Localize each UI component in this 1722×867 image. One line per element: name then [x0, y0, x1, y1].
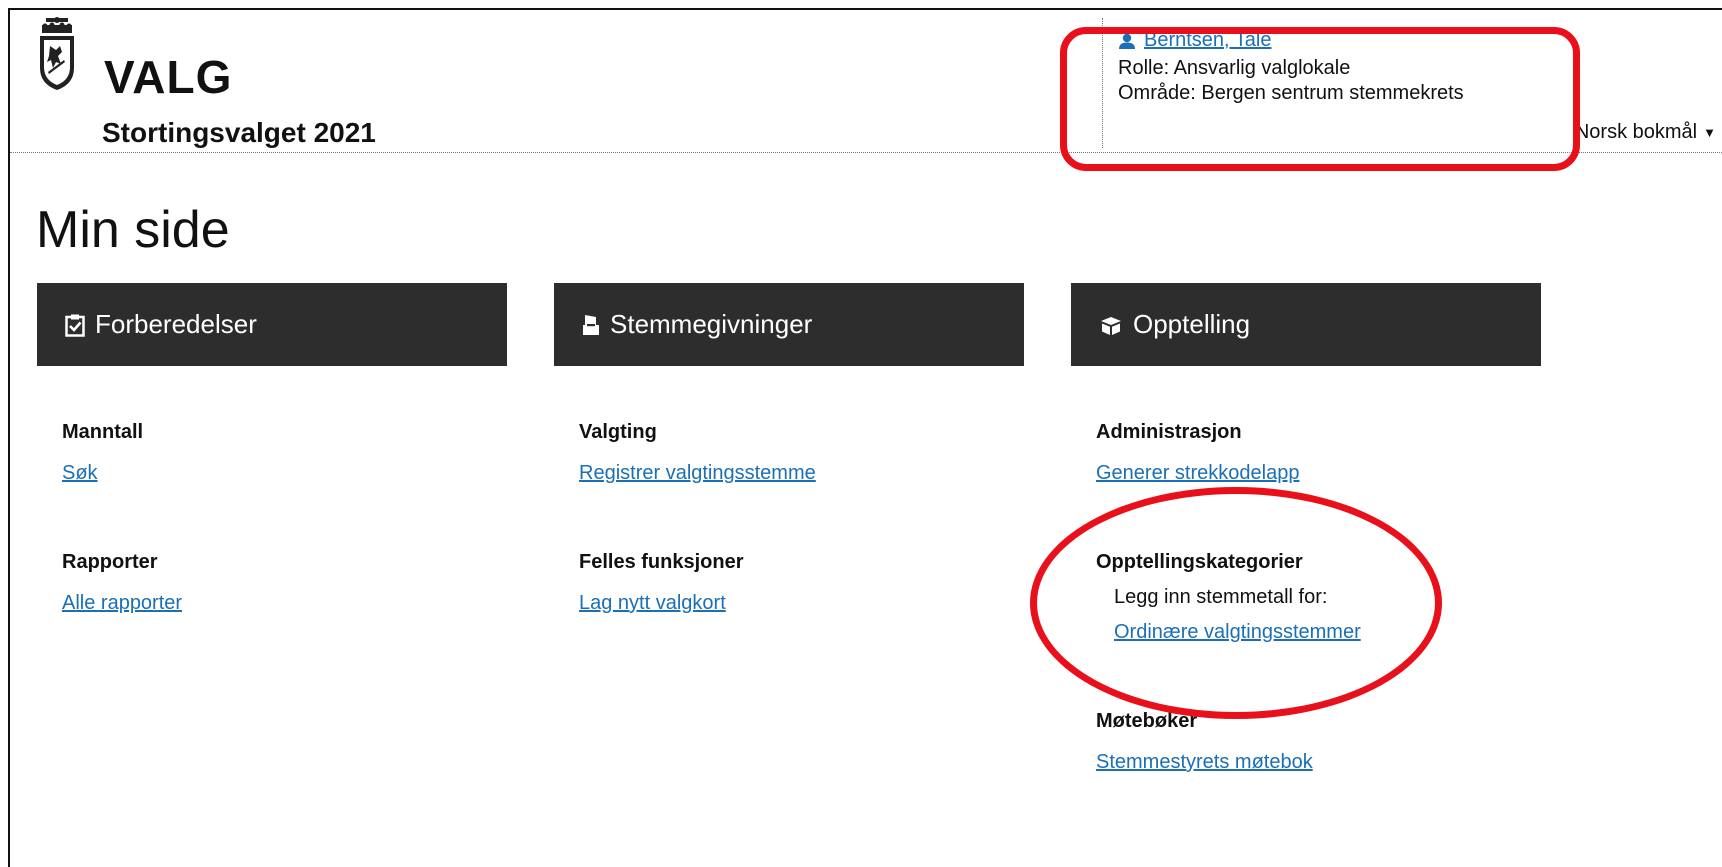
panel-title: Forberedelser	[95, 309, 257, 339]
panel-header: Opptelling	[1071, 283, 1541, 366]
section-title: Manntall	[62, 421, 144, 443]
link-alle-rapporter[interactable]: Alle rapporter	[62, 592, 182, 614]
panel-header: Stemmegivninger	[554, 283, 1024, 366]
panel-stemmegivninger: Stemmegivninger	[554, 283, 1024, 366]
section-title: Administrasjon	[1096, 421, 1242, 443]
link-registrer-valgtingsstemme[interactable]: Registrer valgtingsstemme	[579, 462, 816, 484]
section-title: Rapporter	[62, 551, 158, 573]
panel-forberedelser: Forberedelser	[37, 283, 507, 366]
link-stemmestyrets-motebok[interactable]: Stemmestyrets møtebok	[1096, 751, 1313, 773]
section-motebøker: Møtebøker Stemmestyrets møtebok	[1096, 710, 1313, 774]
caret-down-icon: ▼	[1703, 125, 1716, 140]
link-generer-strekkodelapp[interactable]: Generer strekkodelapp	[1096, 462, 1299, 484]
section-felles-funksjoner: Felles funksjoner Lag nytt valgkort	[579, 551, 744, 615]
coat-of-arms-icon	[40, 17, 74, 90]
panel-title: Opptelling	[1133, 309, 1251, 339]
section-valgting: Valgting Registrer valgtingsstemme	[579, 421, 816, 485]
section-rapporter: Rapporter Alle rapporter	[62, 551, 182, 615]
box-open-icon	[1101, 316, 1121, 335]
link-lag-nytt-valgkort[interactable]: Lag nytt valgkort	[579, 592, 726, 614]
panel-opptelling: Opptelling	[1071, 283, 1541, 366]
app-brand: VALG	[104, 51, 233, 103]
section-manntall: Manntall Søk	[62, 421, 143, 485]
highlight-rectangle	[1060, 27, 1580, 171]
language-label: Norsk bokmål	[1574, 121, 1698, 143]
link-sok[interactable]: Søk	[62, 462, 98, 484]
section-administrasjon: Administrasjon Generer strekkodelapp	[1096, 421, 1299, 485]
panel-title: Stemmegivninger	[610, 309, 813, 339]
election-name: Stortingsvalget 2021	[102, 117, 376, 148]
ballot-box-icon	[583, 314, 599, 335]
section-title: Valgting	[579, 421, 657, 443]
panel-header: Forberedelser	[37, 283, 507, 366]
section-title: Felles funksjoner	[579, 551, 744, 573]
language-selector[interactable]: Norsk bokmål ▼	[1575, 121, 1716, 144]
highlight-ellipse	[1030, 487, 1442, 719]
page-title: Min side	[36, 201, 230, 259]
clipboard-check-icon	[65, 314, 85, 337]
